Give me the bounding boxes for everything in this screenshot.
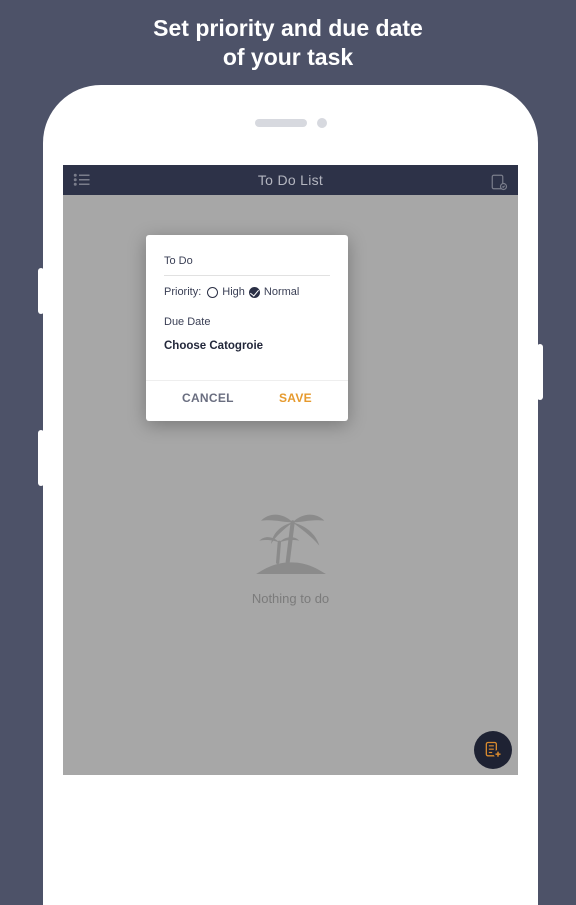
app-screen: To Do List: [63, 165, 518, 775]
menu-list-icon[interactable]: [73, 173, 91, 187]
priority-row: Priority: High Normal: [164, 286, 330, 298]
due-date-field[interactable]: Due Date: [164, 316, 330, 328]
cancel-button[interactable]: CANCEL: [182, 391, 234, 405]
priority-high-label: High: [222, 286, 245, 298]
camera-icon: [317, 118, 327, 128]
priority-normal-label: Normal: [264, 286, 299, 298]
promo-line2: of your task: [0, 43, 576, 72]
device-frame: To Do List: [43, 85, 538, 905]
promo-line1: Set priority and due date: [0, 14, 576, 43]
island-icon: [241, 495, 341, 583]
priority-label: Priority:: [164, 286, 201, 298]
app-bar: To Do List: [63, 165, 518, 195]
app-bar-title: To Do List: [91, 172, 490, 188]
todo-title-field[interactable]: To Do: [164, 255, 330, 276]
empty-state: Nothing to do: [63, 495, 518, 606]
speaker-icon: [255, 119, 307, 127]
empty-state-text: Nothing to do: [252, 591, 329, 606]
priority-normal-radio[interactable]: [249, 287, 260, 298]
dialog-divider: [146, 380, 348, 381]
choose-category-field[interactable]: Choose Catogroie: [164, 340, 330, 352]
priority-high-radio[interactable]: [207, 287, 218, 298]
settings-icon[interactable]: [490, 173, 508, 187]
add-note-icon: [483, 740, 503, 760]
dialog-actions: CANCEL SAVE: [164, 391, 330, 409]
save-button[interactable]: SAVE: [279, 391, 312, 405]
device-earpiece: [43, 118, 538, 128]
promo-headline: Set priority and due date of your task: [0, 0, 576, 72]
new-task-dialog: To Do Priority: High Normal Due Date Cho…: [146, 235, 348, 421]
add-task-fab[interactable]: [474, 731, 512, 769]
main-content: Nothing to do To Do Priority: High Norma…: [63, 195, 518, 775]
